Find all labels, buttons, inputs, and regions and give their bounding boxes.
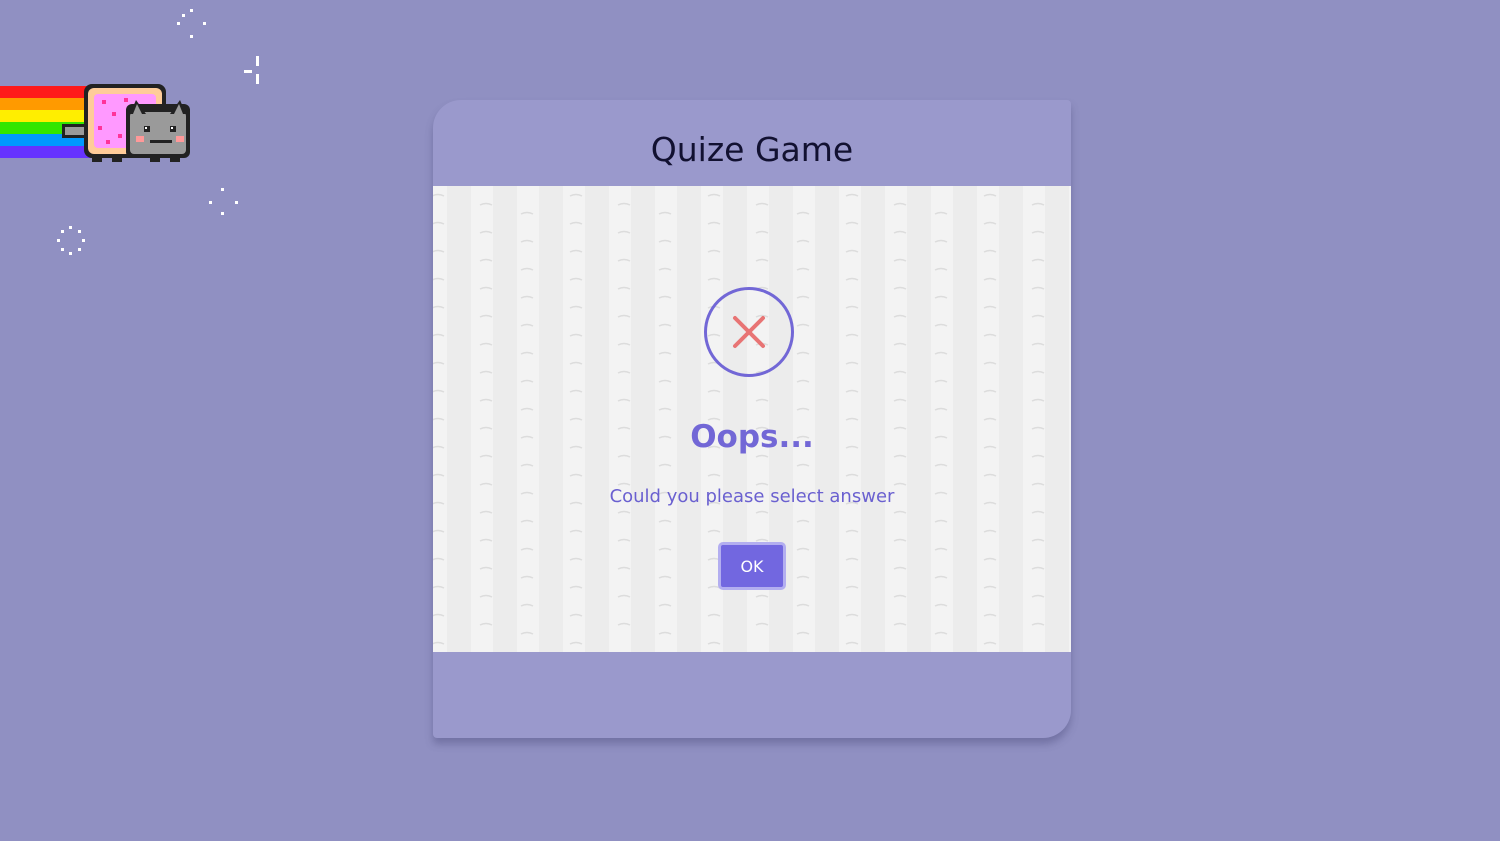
sparkle-icon [205, 185, 241, 221]
alert-title: Oops... [690, 419, 814, 455]
sparkle-icon [238, 52, 274, 88]
alert-message: Could you please select answer [609, 486, 895, 507]
card-title: Quize Game [650, 130, 854, 169]
card-header: Quize Game [433, 100, 1071, 186]
nyan-cat-icon [0, 82, 192, 162]
quiz-card: Quize Game Oops... Could you please sele… [433, 100, 1071, 738]
sparkle-icon [53, 222, 89, 258]
ok-button[interactable]: OK [718, 542, 786, 590]
sparkle-icon [174, 6, 210, 42]
page-background: Quize Game Oops... Could you please sele… [0, 0, 1500, 841]
error-x-icon [704, 287, 794, 377]
alert-dialog: Oops... Could you please select answer O… [433, 186, 1071, 652]
quiz-content-area: Oops... Could you please select answer O… [433, 186, 1071, 652]
